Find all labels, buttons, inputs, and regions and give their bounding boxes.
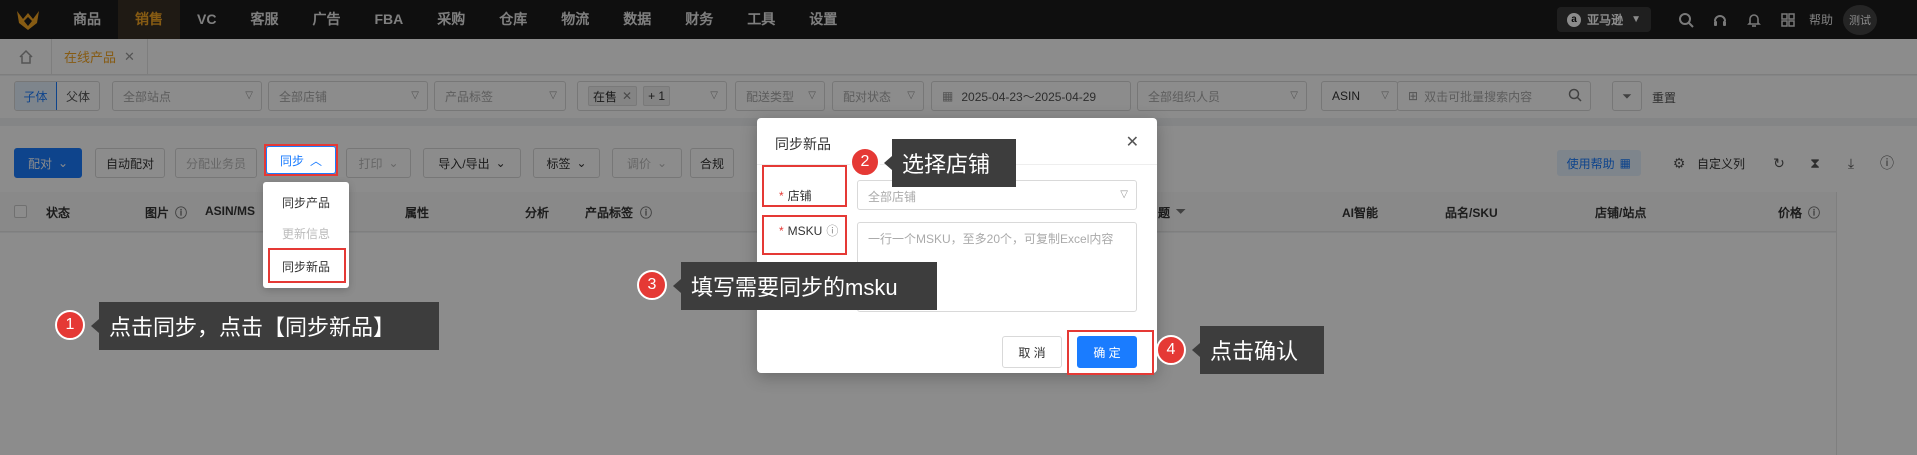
highlight-box-sync <box>264 144 338 176</box>
msku-placeholder: 一行一个MSKU，至多20个，可复制Excel内容 <box>868 232 1114 246</box>
highlight-box-msku <box>762 215 847 255</box>
callout-step-1: 点击同步，点击【同步新品】 <box>91 302 439 350</box>
step-badge-1: 1 <box>55 310 85 340</box>
chevron-down-icon: ▽ <box>1120 189 1128 200</box>
dialog-title: 同步新品 <box>775 136 831 152</box>
menu-item-sync-products[interactable]: 同步产品 <box>263 188 349 218</box>
step-badge-3: 3 <box>637 270 667 300</box>
callout-step-3: 填写需要同步的msku <box>673 262 937 310</box>
step-badge-4: 4 <box>1156 335 1186 365</box>
step-badge-2: 2 <box>850 147 880 177</box>
close-icon[interactable]: ✕ <box>1126 132 1139 152</box>
highlight-box-shop <box>762 165 847 207</box>
cancel-button[interactable]: 取 消 <box>1002 336 1062 368</box>
highlight-box-confirm <box>1067 330 1154 375</box>
shop-field-placeholder: 全部店铺 <box>868 190 917 204</box>
callout-step-4: 点击确认 <box>1192 326 1324 374</box>
highlight-box-sync-new <box>268 248 346 283</box>
callout-step-2: 选择店铺 <box>884 139 1016 187</box>
menu-item-update-info[interactable]: 更新信息 <box>263 219 349 249</box>
